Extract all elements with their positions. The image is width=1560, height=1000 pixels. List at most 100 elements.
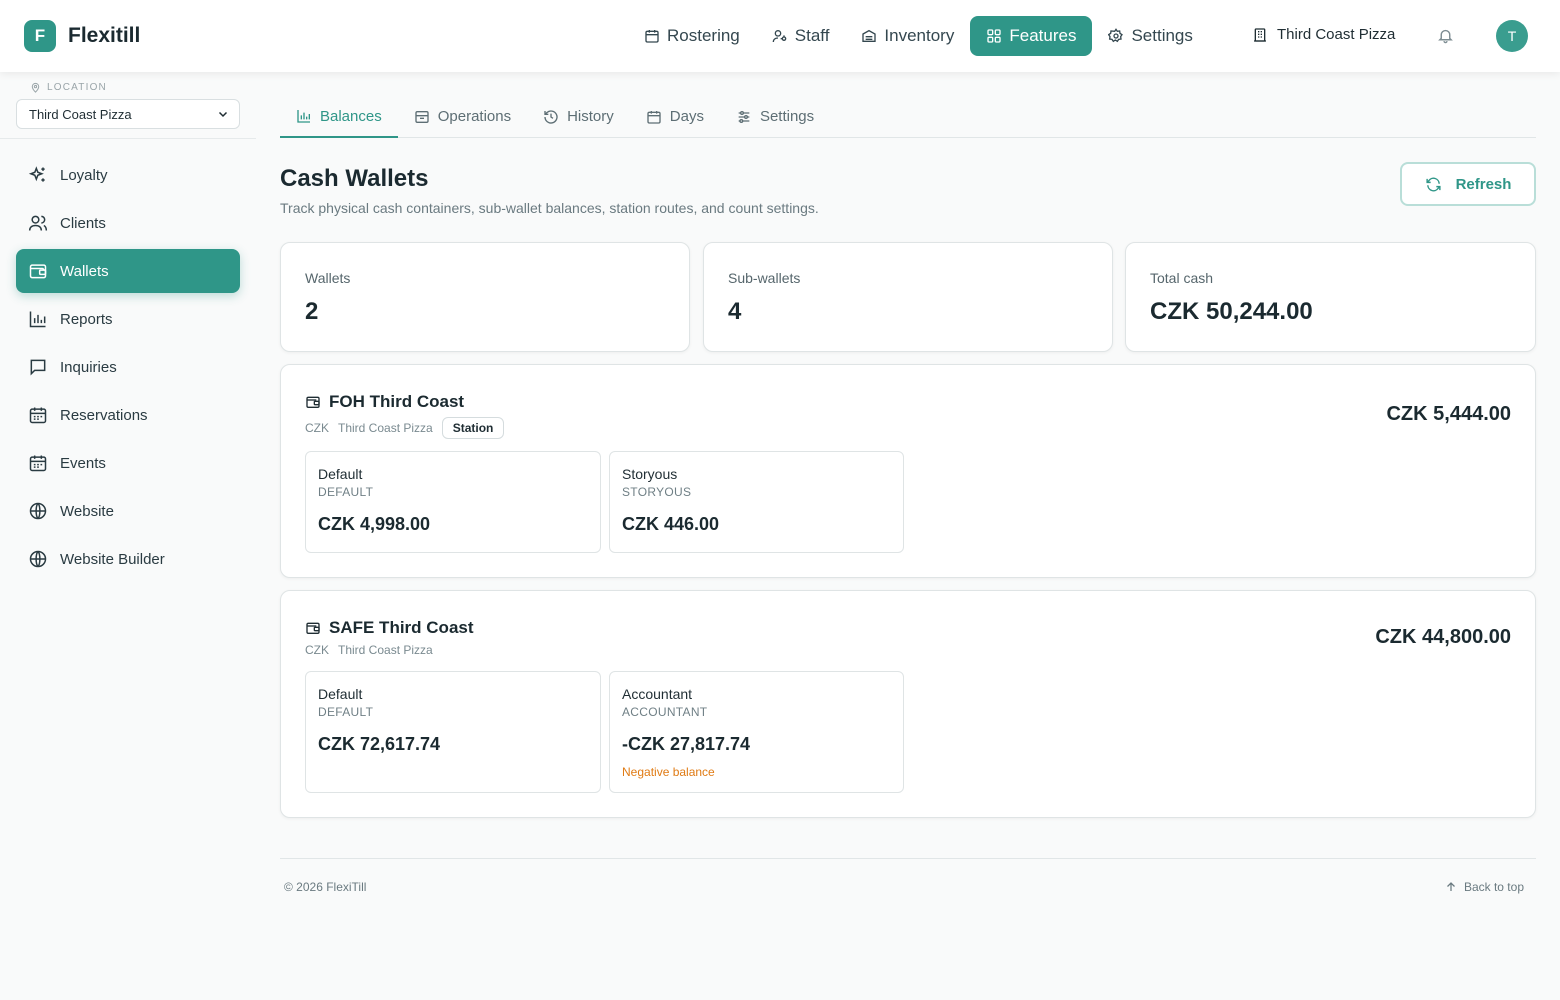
wallet-location: Third Coast Pizza [338, 643, 433, 657]
wallet-location: Third Coast Pizza [338, 421, 433, 435]
sidebar-item-website-builder[interactable]: Website Builder [16, 537, 240, 581]
sidebar-item-reports[interactable]: Reports [16, 297, 240, 341]
stat-value: CZK 50,244.00 [1150, 298, 1313, 325]
topnav-rostering[interactable]: Rostering [628, 16, 756, 56]
venue-name: Third Coast Pizza [1277, 26, 1396, 43]
wallet-card-foh[interactable]: FOH Third Coast CZK Third Coast Pizza St… [280, 364, 1536, 578]
topnav-label: Inventory [884, 26, 955, 45]
calendar-icon [645, 30, 659, 43]
subwallet-name: Accountant [622, 686, 693, 702]
avatar[interactable]: T [1496, 20, 1528, 52]
wallet-total: CZK 5,444.00 [1386, 403, 1511, 425]
message-icon [30, 359, 46, 376]
tab-label: Settings [759, 108, 815, 125]
stat-card-subwallets: Sub-wallets 4 [703, 242, 1113, 352]
subwallet-card[interactable]: Storyous STORYOUS CZK 446.00 [609, 451, 904, 553]
sidebar-item-wallets[interactable]: Wallets [16, 249, 240, 293]
sidebar-item-label: Events [60, 454, 106, 472]
back-to-top-link[interactable]: Back to top [1445, 880, 1524, 894]
sidebar-item-inquiries[interactable]: Inquiries [16, 345, 240, 389]
back-to-top-label: Back to top [1463, 880, 1524, 894]
location-label-row: LOCATION [30, 82, 107, 93]
calendar-icon [29, 455, 47, 472]
sidebar-nav: Loyalty Clients Wallets Reports Inquirie… [16, 153, 240, 585]
history-icon [544, 109, 558, 124]
subwallet-code: ACCOUNTANT [622, 705, 708, 719]
wallet-meta: CZK Third Coast Pizza [305, 643, 433, 657]
topnav-features[interactable]: Features [970, 16, 1093, 56]
notifications-button[interactable] [1437, 27, 1454, 44]
sidebar-item-label: Loyalty [60, 166, 108, 184]
wallet-card-safe[interactable]: SAFE Third Coast CZK Third Coast Pizza C… [280, 590, 1536, 818]
footer-divider [280, 858, 1536, 859]
subwallet-name: Storyous [622, 466, 678, 482]
grid-icon [987, 29, 1002, 43]
page-title: Cash Wallets [280, 165, 429, 192]
copyright: © 2026 FlexiTill [284, 880, 367, 894]
stat-value: 2 [305, 298, 319, 325]
sidebar-item-label: Website Builder [60, 550, 165, 568]
topnav-inventory[interactable]: Inventory [845, 16, 970, 56]
sidebar-item-label: Reports [60, 310, 113, 328]
user-key-icon [772, 30, 787, 43]
sidebar-item-loyalty[interactable]: Loyalty [16, 153, 240, 197]
brand[interactable]: F Flexitill [24, 20, 140, 52]
location-select[interactable]: Third Coast Pizza [16, 99, 240, 129]
wallet-meta: CZK Third Coast Pizza Station [305, 417, 505, 439]
refresh-label: Refresh [1455, 175, 1512, 193]
topnav-staff[interactable]: Staff [756, 16, 846, 56]
stat-label: Total cash [1150, 270, 1214, 286]
negative-balance-warning: Negative balance [622, 765, 715, 779]
tab-label: Balances [320, 107, 382, 125]
sidebar-item-events[interactable]: Events [16, 441, 240, 485]
tab-balances[interactable]: Balances [280, 96, 398, 138]
subwallet-amount: CZK 4,998.00 [318, 514, 431, 534]
subwallet-card[interactable]: Default DEFAULT CZK 72,617.74 [305, 671, 601, 793]
tab-operations[interactable]: Operations [398, 96, 527, 137]
stat-card-wallets: Wallets 2 [280, 242, 690, 352]
sidebar-item-label: Clients [60, 214, 106, 232]
subwallet-name: Default [318, 686, 363, 702]
subwallet-card[interactable]: Accountant ACCOUNTANT -CZK 27,817.74 Neg… [609, 671, 904, 793]
top-header: F Flexitill Rostering Staff Inventory Fe… [0, 0, 1560, 72]
subwallet-code: DEFAULT [318, 705, 374, 719]
subwallet-card[interactable]: Default DEFAULT CZK 4,998.00 [305, 451, 601, 553]
topnav-settings[interactable]: Settings [1092, 16, 1208, 56]
tab-label: Operations [437, 108, 512, 125]
calendar-icon [647, 110, 661, 124]
tab-settings[interactable]: Settings [720, 96, 830, 137]
stat-label: Sub-wallets [728, 270, 801, 286]
stat-value: 4 [728, 298, 742, 325]
bar-chart-icon [297, 110, 310, 123]
sidebar-item-clients[interactable]: Clients [16, 201, 240, 245]
sidebar-item-label: Wallets [60, 262, 109, 280]
wallet-icon [306, 396, 320, 408]
wallet-name: FOH Third Coast [329, 392, 465, 411]
subwallet-name: Default [318, 466, 363, 482]
wallet-tabs: Balances Operations History Days Setting… [280, 96, 1536, 138]
sidebar-item-website[interactable]: Website [16, 489, 240, 533]
map-pin-icon [31, 82, 40, 93]
bell-icon [1438, 29, 1453, 44]
wallet-currency: CZK [305, 421, 329, 435]
arrow-up-icon [1447, 882, 1455, 891]
calendar-icon [29, 407, 47, 424]
wallet-icon [306, 622, 320, 634]
gear-icon [1108, 28, 1124, 43]
stat-label: Wallets [305, 270, 351, 286]
chevron-down-icon [218, 111, 228, 118]
tab-history[interactable]: History [527, 96, 630, 137]
sparkles-icon [28, 166, 45, 182]
refresh-button[interactable]: Refresh [1400, 162, 1536, 206]
tab-label: Days [669, 108, 704, 125]
tab-days[interactable]: Days [630, 96, 720, 137]
globe-icon [29, 550, 47, 568]
subwallet-code: STORYOUS [622, 485, 692, 499]
venue-switcher[interactable]: Third Coast Pizza [1252, 26, 1395, 43]
globe-icon [29, 502, 47, 520]
wallet-name: SAFE Third Coast [329, 618, 474, 637]
sidebar-item-reservations[interactable]: Reservations [16, 393, 240, 437]
topnav-label: Rostering [667, 26, 740, 45]
sidebar-divider [0, 138, 256, 139]
wallet-currency: CZK [305, 643, 329, 657]
